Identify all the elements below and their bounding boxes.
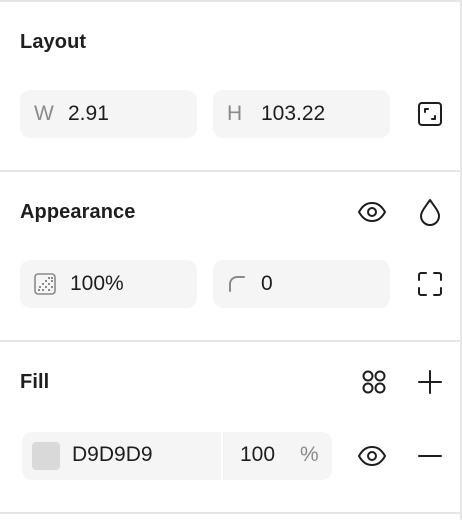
height-prefix: H — [227, 102, 243, 125]
independent-corners-button[interactable] — [412, 266, 448, 302]
blend-mode-button[interactable] — [412, 194, 448, 230]
fill-opacity-unit: % — [300, 443, 319, 466]
width-field[interactable]: W 2.91 — [20, 90, 197, 138]
eye-icon — [357, 201, 387, 223]
opacity-value: 100% — [70, 272, 124, 295]
fill-title: Fill — [20, 371, 50, 393]
appearance-title: Appearance — [20, 201, 136, 223]
corner-radius-icon — [227, 274, 261, 294]
width-value: 2.91 — [68, 102, 109, 125]
appearance-divider — [0, 340, 462, 342]
opacity-field[interactable]: 100% — [20, 260, 197, 308]
top-divider — [0, 0, 462, 2]
resize-to-fit-icon — [417, 101, 443, 127]
add-fill-button[interactable] — [412, 364, 448, 400]
width-prefix: W — [34, 102, 54, 125]
fill-divider — [0, 512, 462, 514]
remove-fill-button[interactable] — [412, 438, 448, 474]
layout-title: Layout — [20, 31, 87, 53]
fill-opacity-value[interactable]: 100 — [240, 443, 275, 467]
fill-item[interactable]: D9D9D9 100 % — [22, 432, 332, 480]
height-value: 103.22 — [261, 102, 326, 125]
layout-divider — [0, 170, 462, 172]
height-field[interactable]: H 103.22 — [213, 90, 390, 138]
corner-radius-field[interactable]: 0 — [213, 260, 390, 308]
fill-color-swatch[interactable] — [32, 442, 60, 470]
independent-corners-icon — [417, 271, 443, 297]
fill-visibility-button[interactable] — [354, 438, 390, 474]
eye-icon — [357, 445, 387, 467]
styles-grid-icon — [361, 369, 387, 395]
corner-radius-value: 0 — [261, 272, 273, 295]
appearance-visibility-button[interactable] — [354, 194, 390, 230]
drop-icon — [419, 198, 441, 226]
plus-icon — [417, 369, 443, 395]
fill-hex-value[interactable]: D9D9D9 — [72, 443, 153, 467]
resize-to-fit-button[interactable] — [412, 96, 448, 132]
opacity-icon — [34, 273, 70, 295]
fill-styles-button[interactable] — [356, 364, 392, 400]
fill-separator — [221, 432, 223, 480]
minus-icon — [417, 443, 443, 469]
